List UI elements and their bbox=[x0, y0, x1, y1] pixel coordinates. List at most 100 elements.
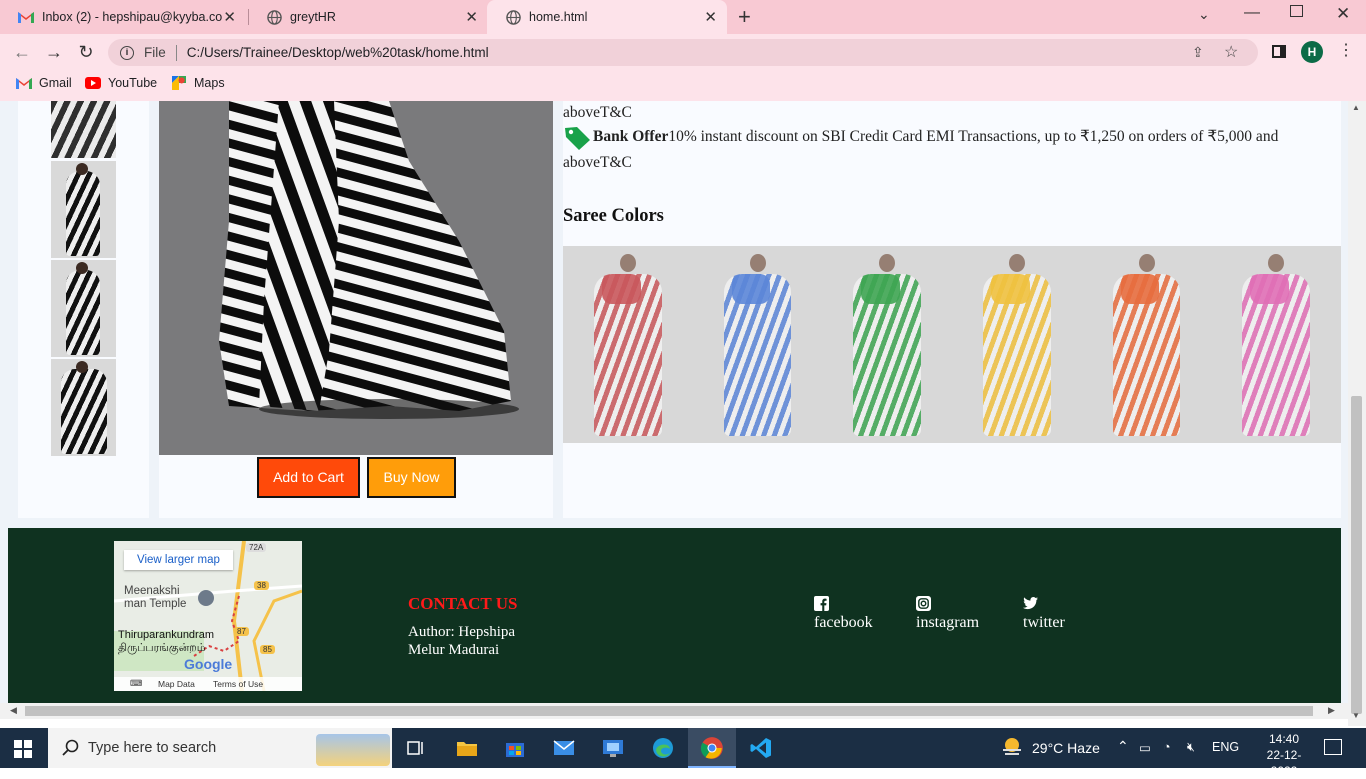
search-icon bbox=[62, 739, 79, 756]
social-label: instagram bbox=[916, 614, 980, 631]
tab-greythr[interactable]: greytHR ✕ bbox=[248, 0, 488, 34]
social-label: facebook bbox=[814, 614, 873, 631]
show-hidden-icons[interactable]: ⌃ bbox=[1117, 738, 1129, 755]
chrome-icon bbox=[700, 737, 723, 759]
tab-title: Inbox (2) - hepshipau@kyyba.com bbox=[42, 10, 222, 24]
saree-color-swatch[interactable] bbox=[822, 246, 952, 443]
scroll-up-icon[interactable]: ▲ bbox=[1352, 103, 1360, 112]
url-text[interactable]: C:/Users/Trainee/Desktop/web%20task/home… bbox=[187, 45, 489, 60]
chrome-taskbar-button[interactable] bbox=[688, 728, 736, 768]
buy-now-button[interactable]: Buy Now bbox=[367, 457, 456, 498]
product-thumbnail[interactable] bbox=[51, 260, 116, 357]
saree-color-swatch[interactable] bbox=[1082, 246, 1212, 443]
bookmark-maps[interactable]: Maps bbox=[171, 76, 225, 90]
language-indicator[interactable]: ENG bbox=[1212, 740, 1239, 754]
weather-icon[interactable] bbox=[1000, 736, 1024, 758]
volume-mute-icon[interactable]: 🔇︎ bbox=[1187, 740, 1195, 755]
menu-icon[interactable]: ⋮ bbox=[1338, 40, 1354, 60]
product-thumbnail[interactable] bbox=[51, 101, 116, 158]
keyboard-icon: ⌨ bbox=[130, 678, 143, 688]
battery-icon[interactable]: ▭ bbox=[1139, 740, 1151, 755]
restore-icon[interactable] bbox=[1290, 5, 1303, 17]
instagram-icon bbox=[916, 596, 931, 611]
tab-search-icon[interactable]: ⌄ bbox=[1198, 6, 1210, 23]
twitter-link[interactable]: twitter bbox=[1023, 596, 1065, 632]
saree-color-swatch[interactable] bbox=[1211, 246, 1341, 443]
scroll-down-icon[interactable]: ▼ bbox=[1352, 711, 1360, 720]
site-info-icon[interactable]: i bbox=[120, 45, 134, 60]
horizontal-scroll-thumb[interactable] bbox=[25, 706, 1313, 716]
clock[interactable]: 14:40 22-12-2022 bbox=[1254, 731, 1314, 779]
tab-home[interactable]: home.html ✕ bbox=[487, 0, 727, 34]
side-panel-icon[interactable] bbox=[1272, 45, 1286, 58]
address-bar[interactable]: i File C:/Users/Trainee/Desktop/web%20ta… bbox=[108, 39, 1258, 66]
saree-colors-heading: Saree Colors bbox=[563, 206, 664, 226]
road-label: 87 bbox=[234, 627, 249, 636]
profile-avatar[interactable]: H bbox=[1301, 41, 1323, 63]
weather-text[interactable]: 29°C Haze bbox=[1032, 740, 1100, 756]
maps-icon bbox=[172, 76, 186, 90]
taskbar-search[interactable]: Type here to search bbox=[48, 728, 392, 768]
back-icon[interactable]: ← bbox=[10, 40, 34, 64]
microsoft-store-icon[interactable] bbox=[503, 736, 527, 760]
saree-color-swatch[interactable] bbox=[563, 246, 693, 443]
embedded-map[interactable]: View larger map 72A 38 87 85 Meenakshi ma… bbox=[114, 541, 302, 691]
task-view-icon[interactable] bbox=[404, 736, 428, 760]
map-data-label: Map Data bbox=[158, 679, 195, 689]
saree-color-swatch[interactable] bbox=[952, 246, 1082, 443]
close-tab-icon[interactable]: ✕ bbox=[223, 8, 236, 26]
bookmark-label: Gmail bbox=[39, 76, 72, 90]
instagram-link[interactable]: instagram bbox=[916, 596, 979, 632]
gmail-icon bbox=[16, 78, 32, 89]
minimize-icon[interactable]: — bbox=[1244, 4, 1260, 22]
globe-icon bbox=[266, 9, 282, 25]
browser-toolbar: ← → ↻ i File C:/Users/Trainee/Desktop/we… bbox=[0, 34, 1366, 70]
url-scheme-label: File bbox=[144, 45, 166, 60]
bookmark-label: Maps bbox=[194, 76, 225, 90]
add-to-cart-button[interactable]: Add to Cart bbox=[257, 457, 360, 498]
file-explorer-icon[interactable] bbox=[455, 736, 479, 760]
page-viewport: Add to Cart Buy Now aboveT&C Bank Offer1… bbox=[0, 101, 1348, 703]
product-thumbnail[interactable] bbox=[51, 359, 116, 456]
globe-icon bbox=[505, 9, 521, 25]
forward-icon[interactable]: → bbox=[42, 40, 66, 64]
road-label: 85 bbox=[260, 645, 275, 654]
product-thumbnail[interactable] bbox=[51, 161, 116, 258]
view-larger-map-link[interactable]: View larger map bbox=[124, 550, 233, 570]
search-highlight-image bbox=[316, 734, 390, 766]
horizontal-scrollbar[interactable]: ◀ ▶ bbox=[0, 703, 1348, 719]
scroll-right-icon[interactable]: ▶ bbox=[1328, 705, 1335, 716]
bookmark-gmail[interactable]: Gmail bbox=[16, 76, 72, 90]
terms-link[interactable]: Terms of Use bbox=[213, 679, 263, 689]
vertical-scrollbar[interactable]: ▲ ▼ bbox=[1348, 101, 1366, 726]
clock-date: 22-12-2022 bbox=[1266, 748, 1302, 778]
offer-tail: aboveT&C bbox=[563, 104, 632, 121]
close-window-icon[interactable]: ✕ bbox=[1336, 4, 1350, 24]
share-icon[interactable]: ⇪ bbox=[1192, 44, 1204, 61]
saree-color-swatch[interactable] bbox=[693, 246, 823, 443]
bookmark-star-icon[interactable]: ☆ bbox=[1224, 42, 1238, 62]
saree-colors-gallery bbox=[563, 246, 1341, 443]
offer-tail: aboveT&C bbox=[563, 154, 632, 171]
author-text: Author: Hepshipa bbox=[408, 624, 516, 640]
edge-icon[interactable] bbox=[651, 736, 675, 760]
new-tab-button[interactable]: + bbox=[738, 4, 751, 30]
facebook-link[interactable]: facebook bbox=[814, 596, 873, 632]
close-tab-icon[interactable]: ✕ bbox=[704, 8, 717, 26]
mail-icon[interactable] bbox=[552, 736, 576, 760]
wifi-icon[interactable]: ◔ bbox=[1163, 740, 1171, 754]
scroll-left-icon[interactable]: ◀ bbox=[10, 705, 17, 716]
notifications-icon[interactable] bbox=[1324, 739, 1342, 755]
google-logo: Google bbox=[184, 656, 233, 672]
windows-start-icon[interactable] bbox=[14, 740, 32, 761]
close-tab-icon[interactable]: ✕ bbox=[465, 8, 478, 26]
bookmark-youtube[interactable]: YouTube bbox=[85, 76, 157, 90]
youtube-icon bbox=[85, 77, 101, 89]
remote-desktop-icon[interactable] bbox=[601, 736, 625, 760]
bank-offer-text: 10% instant discount on SBI Credit Card … bbox=[668, 128, 1279, 145]
vertical-scroll-thumb[interactable] bbox=[1351, 396, 1362, 714]
vscode-icon[interactable] bbox=[749, 736, 773, 760]
tab-gmail[interactable]: Inbox (2) - hepshipau@kyyba.com ✕ bbox=[0, 0, 246, 34]
tab-title: greytHR bbox=[290, 10, 336, 24]
reload-icon[interactable]: ↻ bbox=[74, 40, 98, 64]
